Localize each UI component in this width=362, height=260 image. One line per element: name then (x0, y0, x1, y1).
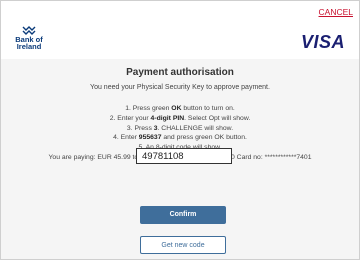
security-code-input[interactable] (136, 148, 232, 164)
logo-row: Bank of Ireland VISA (1, 23, 359, 59)
top-bar: CANCEL (1, 1, 359, 23)
page-title: Payment authorisation (126, 67, 234, 78)
visa-logo: VISA (300, 32, 345, 52)
payment-frame: CANCEL Bank of Ireland VISA Payment auth… (0, 0, 360, 260)
step-4: 4. Enter 955637 and press green OK butto… (113, 134, 247, 142)
get-new-code-button[interactable]: Get new code (140, 236, 226, 254)
subtitle: You need your Physical Security Key to a… (90, 84, 270, 91)
bank-name-line2: Ireland (16, 42, 42, 51)
step-2: 2. Enter your 4-digit PIN. Select Opt wi… (109, 114, 251, 122)
step-3: 3. Press 3. CHALLENGE will show. (126, 124, 234, 132)
bank-of-ireland-logo: Bank of Ireland (11, 26, 47, 56)
confirm-button[interactable]: Confirm (140, 206, 226, 224)
step-1: 1. Press green OK button to turn on. (125, 105, 235, 112)
cancel-link[interactable]: CANCEL (319, 7, 353, 17)
